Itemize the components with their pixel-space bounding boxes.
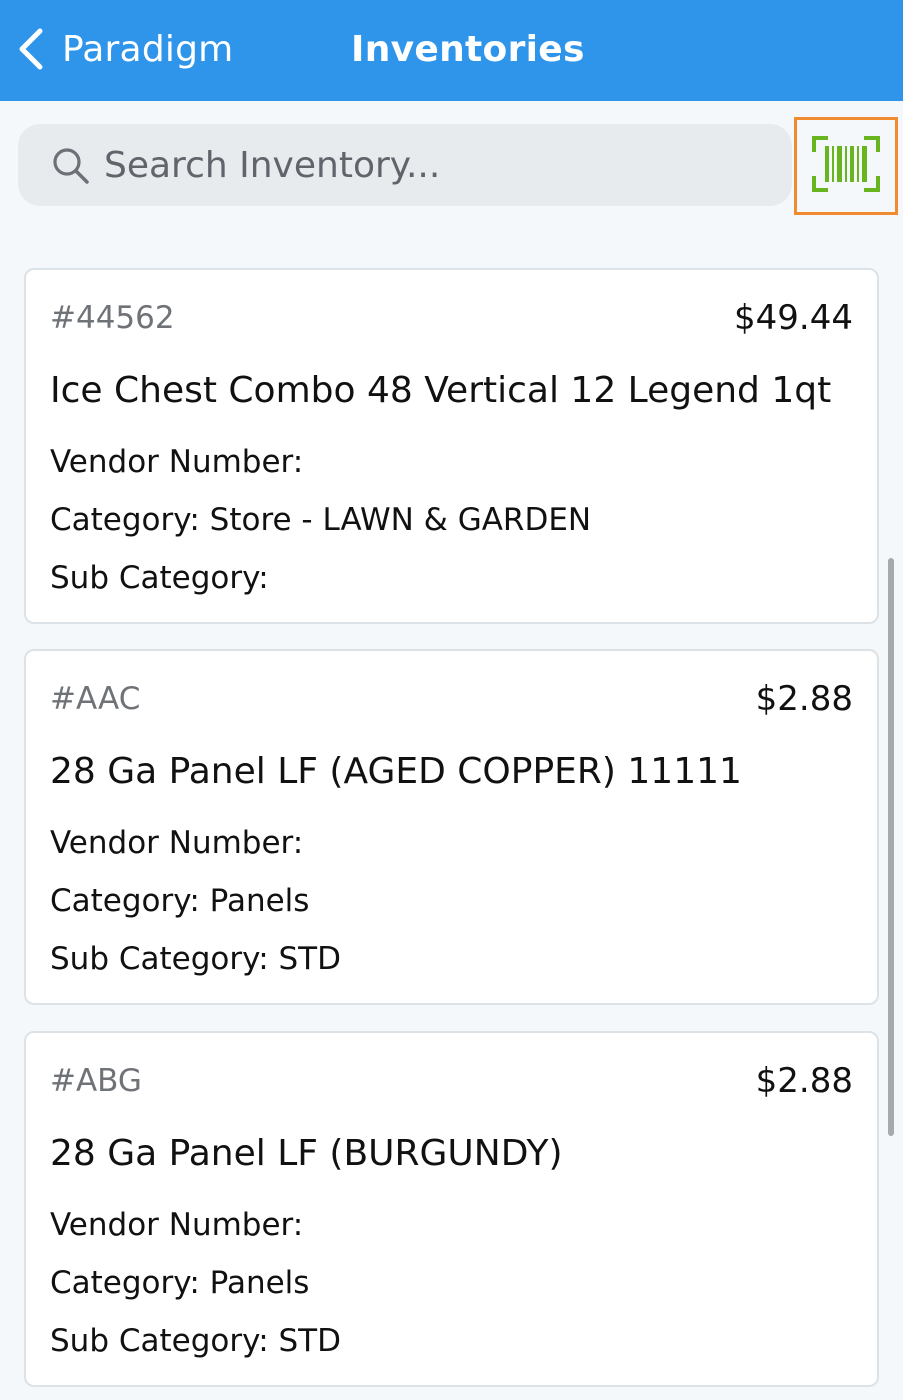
item-sku: #AAC (50, 681, 141, 717)
item-category: Category: Panels (50, 883, 310, 919)
back-label: Paradigm (62, 28, 234, 70)
barcode-scan-button[interactable] (794, 117, 898, 215)
item-name: 28 Ga Panel LF (BURGUNDY) (50, 1133, 563, 1174)
item-name: Ice Chest Combo 48 Vertical 12 Legend 1q… (50, 370, 832, 411)
item-price: $2.88 (755, 679, 853, 719)
item-subcategory: Sub Category: STD (50, 1323, 341, 1359)
item-price: $49.44 (734, 298, 853, 338)
search-bar[interactable] (18, 124, 792, 206)
nav-bar: Paradigm Inventories (0, 0, 903, 101)
item-vendor-number: Vendor Number: (50, 1207, 304, 1243)
item-sku: #ABG (50, 1063, 142, 1099)
item-vendor-number: Vendor Number: (50, 444, 304, 480)
barcode-scan-icon (810, 134, 882, 198)
back-button[interactable]: Paradigm (16, 24, 233, 74)
search-input[interactable] (104, 124, 764, 206)
item-category: Category: Panels (50, 1265, 310, 1301)
inventory-item-card[interactable]: #44562 $49.44 Ice Chest Combo 48 Vertica… (24, 268, 879, 624)
chevron-left-icon (16, 27, 46, 71)
inventory-item-card[interactable]: #AAC $2.88 28 Ga Panel LF (AGED COPPER) … (24, 649, 879, 1005)
item-category: Category: Store - LAWN & GARDEN (50, 502, 592, 538)
scrollbar[interactable] (888, 558, 894, 1136)
item-vendor-number: Vendor Number: (50, 825, 304, 861)
item-subcategory: Sub Category: (50, 560, 269, 596)
item-subcategory: Sub Category: STD (50, 941, 341, 977)
page-title: Inventories (351, 28, 585, 70)
inventory-item-card[interactable]: #ABG $2.88 28 Ga Panel LF (BURGUNDY) Ven… (24, 1031, 879, 1387)
item-sku: #44562 (50, 300, 175, 336)
item-name: 28 Ga Panel LF (AGED COPPER) 11111 (50, 751, 742, 792)
item-price: $2.88 (755, 1061, 853, 1101)
search-icon (52, 147, 90, 189)
